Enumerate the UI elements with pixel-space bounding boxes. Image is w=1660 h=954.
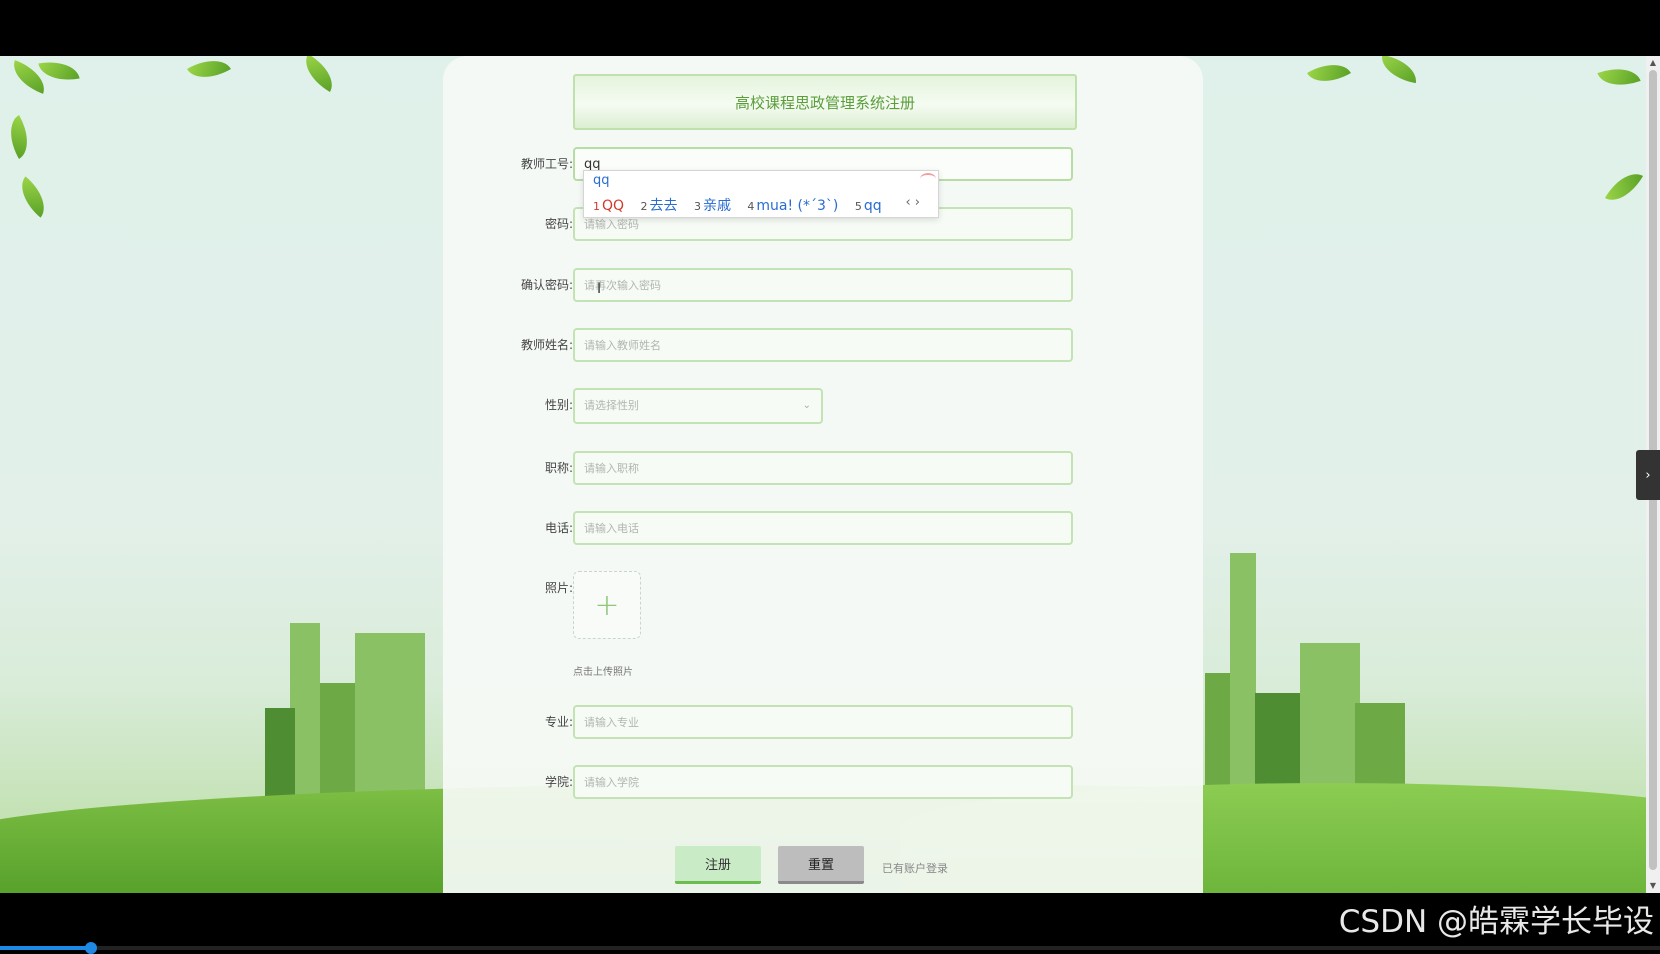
field-row-title: 职称: bbox=[443, 451, 1203, 485]
ime-skin-decoration bbox=[920, 173, 936, 185]
field-row-phone: 电话: bbox=[443, 511, 1203, 545]
field-row-gender: 性别: 请选择性别 ⌄ bbox=[443, 388, 1203, 424]
leaf-decoration bbox=[1307, 56, 1351, 93]
field-label: 密码: bbox=[544, 217, 573, 231]
field-label: 确认密码: bbox=[520, 278, 573, 292]
ime-page-arrows[interactable]: ‹ › bbox=[905, 195, 920, 210]
leaf-decoration bbox=[1378, 56, 1420, 84]
scroll-down-icon[interactable]: ▼ bbox=[1646, 879, 1660, 893]
building-decoration bbox=[1230, 553, 1256, 803]
form-title: 高校课程思政管理系统注册 bbox=[573, 74, 1077, 130]
field-row-teacher-name: 教师姓名: bbox=[443, 328, 1203, 362]
text-cursor-icon: I bbox=[597, 281, 602, 297]
ime-candidate[interactable]: 4 mua! (*´3`) bbox=[747, 198, 838, 214]
field-label: 专业: bbox=[544, 715, 573, 729]
field-row-college: 学院: bbox=[443, 765, 1203, 799]
video-progress-bar[interactable] bbox=[0, 942, 1660, 954]
field-label: 性别: bbox=[544, 398, 573, 412]
watermark: CSDN @皓霖学长毕设 bbox=[1338, 904, 1654, 940]
confirm-password-input[interactable] bbox=[573, 268, 1073, 302]
ime-candidate-popup: qq 1 QQ 2 去去 3 亲戚 4 mua! (*´3`) 5 qq ‹ › bbox=[583, 170, 939, 218]
building-decoration bbox=[320, 683, 360, 803]
video-progress-fill bbox=[0, 946, 92, 950]
field-row-confirm-password: 确认密码: bbox=[443, 268, 1203, 302]
field-label: 教师姓名: bbox=[520, 338, 573, 352]
field-row-photo: 照片: + 点击上传照片 bbox=[443, 571, 1203, 681]
login-link[interactable]: 已有账户登录 bbox=[882, 860, 948, 876]
reset-button[interactable]: 重置 bbox=[778, 846, 864, 884]
field-label: 照片: bbox=[544, 581, 573, 595]
building-decoration bbox=[355, 633, 425, 803]
ime-composition: qq bbox=[593, 173, 610, 188]
leaf-decoration bbox=[11, 176, 55, 218]
field-row-major: 专业: bbox=[443, 705, 1203, 739]
page-background: 高校课程思政管理系统注册 教师工号: 密码: 确认密码: 教师姓名: 性别: 请… bbox=[0, 56, 1660, 893]
leaf-decoration bbox=[1604, 165, 1644, 209]
ime-candidate[interactable]: 2 去去 bbox=[641, 198, 678, 214]
field-label: 职称: bbox=[544, 461, 573, 475]
phone-input[interactable] bbox=[573, 511, 1073, 545]
building-decoration bbox=[265, 708, 295, 803]
leaf-decoration bbox=[38, 56, 80, 86]
chevron-down-icon: ⌄ bbox=[802, 400, 811, 411]
ime-candidate[interactable]: 1 QQ bbox=[593, 198, 624, 214]
register-button[interactable]: 注册 bbox=[675, 846, 761, 884]
ime-candidate-list: 1 QQ 2 去去 3 亲戚 4 mua! (*´3`) 5 qq bbox=[593, 195, 894, 215]
scroll-up-icon[interactable]: ▲ bbox=[1646, 56, 1660, 70]
college-input[interactable] bbox=[573, 765, 1073, 799]
ime-candidate[interactable]: 5 qq bbox=[855, 198, 882, 214]
leaf-decoration bbox=[297, 56, 341, 93]
chevron-right-icon: › bbox=[1645, 467, 1651, 483]
field-label: 学院: bbox=[544, 775, 573, 789]
photo-upload-tip: 点击上传照片 bbox=[573, 667, 633, 678]
photo-upload-button[interactable]: + bbox=[573, 571, 641, 639]
leaf-decoration bbox=[0, 115, 39, 159]
gender-select-placeholder: 请选择性别 bbox=[584, 399, 639, 412]
gender-select[interactable]: 请选择性别 ⌄ bbox=[573, 388, 823, 424]
leaf-decoration bbox=[187, 56, 231, 89]
video-progress-knob[interactable] bbox=[85, 942, 98, 954]
field-label: 教师工号: bbox=[520, 157, 573, 171]
ime-candidate[interactable]: 3 亲戚 bbox=[694, 198, 731, 214]
side-panel-toggle[interactable]: › bbox=[1636, 450, 1660, 500]
major-input[interactable] bbox=[573, 705, 1073, 739]
plus-icon: + bbox=[594, 587, 620, 623]
job-title-input[interactable] bbox=[573, 451, 1073, 485]
field-label: 电话: bbox=[544, 521, 573, 535]
leaf-decoration bbox=[1597, 60, 1641, 94]
teacher-name-input[interactable] bbox=[573, 328, 1073, 362]
building-decoration bbox=[1300, 643, 1360, 803]
